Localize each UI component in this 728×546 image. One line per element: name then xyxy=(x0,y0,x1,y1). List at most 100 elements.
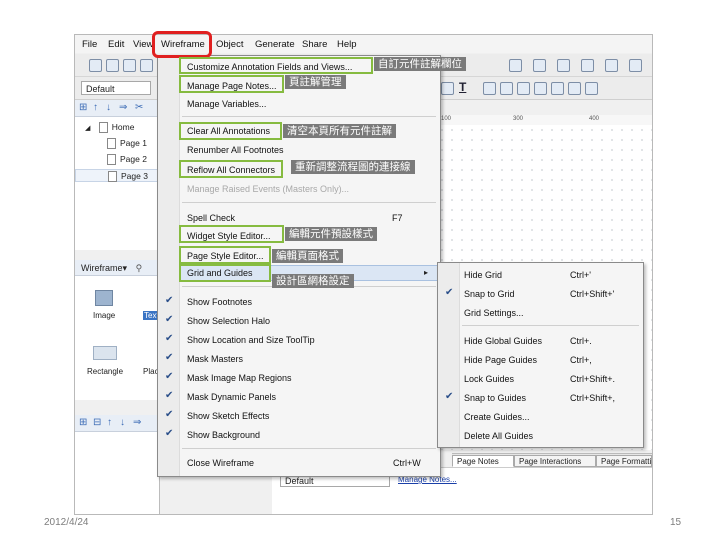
tab-page-interactions[interactable]: Page Interactions xyxy=(514,455,596,467)
sitemap-toolbar: ⊞ ↑ ↓ ⇒ ✂ xyxy=(75,100,159,117)
add-master-icon[interactable]: ⊞ xyxy=(79,417,87,428)
submenu-item-hide-global-guides[interactable]: Hide Global Guides xyxy=(464,336,542,346)
arrow-style-icon[interactable] xyxy=(605,59,618,72)
style-combo[interactable]: Default xyxy=(81,81,151,95)
menu-separator xyxy=(182,202,436,203)
distribute-icon[interactable] xyxy=(483,82,496,95)
callout-clear-annotations: 清空本頁所有元件註解 xyxy=(283,124,396,138)
sitemap-item-page1[interactable]: Page 1 xyxy=(107,137,147,150)
tab-page-notes[interactable]: Page Notes xyxy=(452,455,514,467)
menu-share[interactable]: Share xyxy=(302,39,327,50)
move-down-icon[interactable]: ↓ xyxy=(120,417,125,428)
menu-help[interactable]: Help xyxy=(337,39,357,50)
collapse-icon[interactable]: ◢ xyxy=(85,125,90,132)
move-up-icon[interactable]: ↑ xyxy=(93,102,98,113)
line-color-icon[interactable] xyxy=(533,59,546,72)
lock-icon[interactable] xyxy=(568,82,581,95)
add-page-icon[interactable]: ⊞ xyxy=(79,102,87,113)
menu-item-mask-masters[interactable]: Mask Masters xyxy=(187,354,243,364)
rectangle-widget-icon[interactable] xyxy=(93,346,117,360)
submenu-item-hide-grid[interactable]: Hide Grid xyxy=(464,270,502,280)
image-widget-label: Image xyxy=(93,311,116,320)
menu-separator xyxy=(462,325,639,326)
menu-item-show-sketch-effects[interactable]: Show Sketch Effects xyxy=(187,411,269,421)
customize-annotation-highlight xyxy=(179,57,373,74)
menu-edit[interactable]: Edit xyxy=(108,39,124,50)
save-icon[interactable] xyxy=(123,59,136,72)
rectangle-widget-label: Rectangle xyxy=(87,367,124,376)
hide-global-guides-shortcut: Ctrl+. xyxy=(570,336,592,346)
ungroup-icon[interactable] xyxy=(517,82,530,95)
page-label: Page 1 xyxy=(120,138,147,148)
page-notes-highlight xyxy=(179,75,284,93)
menu-item-close-wireframe[interactable]: Close Wireframe xyxy=(187,458,254,468)
menu-generate[interactable]: Generate xyxy=(255,39,295,50)
checkmark-icon: ✔ xyxy=(445,391,454,402)
line-style-icon[interactable] xyxy=(581,59,594,72)
menu-item-mask-dynamic-panels[interactable]: Mask Dynamic Panels xyxy=(187,392,276,402)
send-back-icon[interactable] xyxy=(551,82,564,95)
masters-toolbar: ⊞ ⊟ ↑ ↓ ⇒ xyxy=(75,415,159,432)
callout-widget-style: 編輯元件預設樣式 xyxy=(285,227,377,241)
page-label: Home xyxy=(111,122,135,132)
zoom-icon[interactable] xyxy=(585,82,598,95)
menu-item-manage-variables[interactable]: Manage Variables... xyxy=(187,99,266,109)
move-down-icon[interactable]: ↓ xyxy=(106,102,111,113)
indent-icon[interactable]: ⇒ xyxy=(119,102,127,113)
tab-page-formatting[interactable]: Page Formatting xyxy=(596,455,652,467)
sitemap-item-page3[interactable]: Page 3 xyxy=(75,169,159,183)
submenu-item-snap-to-grid[interactable]: Snap to Grid xyxy=(464,289,515,299)
image-widget-icon[interactable] xyxy=(95,290,113,306)
fill-color-icon[interactable] xyxy=(509,59,522,72)
masters-pane: ⊞ ⊟ ↑ ↓ ⇒ xyxy=(75,415,160,514)
new-icon[interactable] xyxy=(89,59,102,72)
indent-icon[interactable]: ⇒ xyxy=(133,417,141,428)
menu-item-show-selection-halo[interactable]: Show Selection Halo xyxy=(187,316,270,326)
add-folder-icon[interactable]: ⊟ xyxy=(93,417,101,428)
open-icon[interactable] xyxy=(106,59,119,72)
more-options-icon[interactable] xyxy=(629,59,642,72)
page-icon xyxy=(107,138,116,150)
line-weight-icon[interactable] xyxy=(557,59,570,72)
text-color-icon[interactable]: T xyxy=(459,80,466,94)
reflow-connectors-highlight xyxy=(179,160,283,178)
menu-item-show-background[interactable]: Show Background xyxy=(187,430,260,440)
menu-file[interactable]: File xyxy=(82,39,97,50)
align-icon[interactable] xyxy=(441,82,454,95)
checkmark-icon: ✔ xyxy=(445,287,454,298)
close-wireframe-shortcut: Ctrl+W xyxy=(393,458,421,468)
snap-to-guides-shortcut: Ctrl+Shift+, xyxy=(570,393,616,403)
bring-front-icon[interactable] xyxy=(534,82,547,95)
sitemap-item-home[interactable]: ◢ Home xyxy=(85,121,134,134)
checkmark-icon: ✔ xyxy=(165,314,174,325)
callout-grid: 設計區網格設定 xyxy=(272,274,354,288)
move-up-icon[interactable]: ↑ xyxy=(107,417,112,428)
menu-view[interactable]: View xyxy=(133,39,153,50)
page-style-highlight xyxy=(179,246,271,264)
menu-item-show-location-tooltip[interactable]: Show Location and Size ToolTip xyxy=(187,335,315,345)
snap-to-grid-shortcut: Ctrl+Shift+' xyxy=(570,289,615,299)
menu-object[interactable]: Object xyxy=(216,39,243,50)
menu-item-spell-check[interactable]: Spell Check xyxy=(187,213,235,223)
widget-library-select[interactable]: Wireframe▾ xyxy=(81,263,127,273)
group-icon[interactable] xyxy=(500,82,513,95)
widget-style-highlight xyxy=(179,225,284,243)
cut-icon[interactable] xyxy=(140,59,153,72)
sitemap-item-page2[interactable]: Page 2 xyxy=(107,153,147,166)
menu-item-show-footnotes[interactable]: Show Footnotes xyxy=(187,297,252,307)
menu-item-renumber-footnotes[interactable]: Renumber All Footnotes xyxy=(187,145,284,155)
widget-library-label: Wireframe xyxy=(81,263,123,273)
ruler-tick: 100 xyxy=(441,116,452,122)
menu-item-mask-image-map[interactable]: Mask Image Map Regions xyxy=(187,373,292,383)
search-icon[interactable]: ⚲ xyxy=(136,263,143,273)
submenu-item-delete-all-guides[interactable]: Delete All Guides xyxy=(464,431,533,441)
submenu-item-grid-settings[interactable]: Grid Settings... xyxy=(464,308,524,318)
submenu-item-snap-to-guides[interactable]: Snap to Guides xyxy=(464,393,526,403)
checkmark-icon: ✔ xyxy=(165,352,174,363)
menu-separator xyxy=(182,448,436,449)
submenu-item-create-guides[interactable]: Create Guides... xyxy=(464,412,530,422)
submenu-item-lock-guides[interactable]: Lock Guides xyxy=(464,374,514,384)
submenu-item-hide-page-guides[interactable]: Hide Page Guides xyxy=(464,355,537,365)
outdent-icon[interactable]: ✂ xyxy=(135,102,143,113)
lock-guides-shortcut: Ctrl+Shift+. xyxy=(570,374,616,384)
